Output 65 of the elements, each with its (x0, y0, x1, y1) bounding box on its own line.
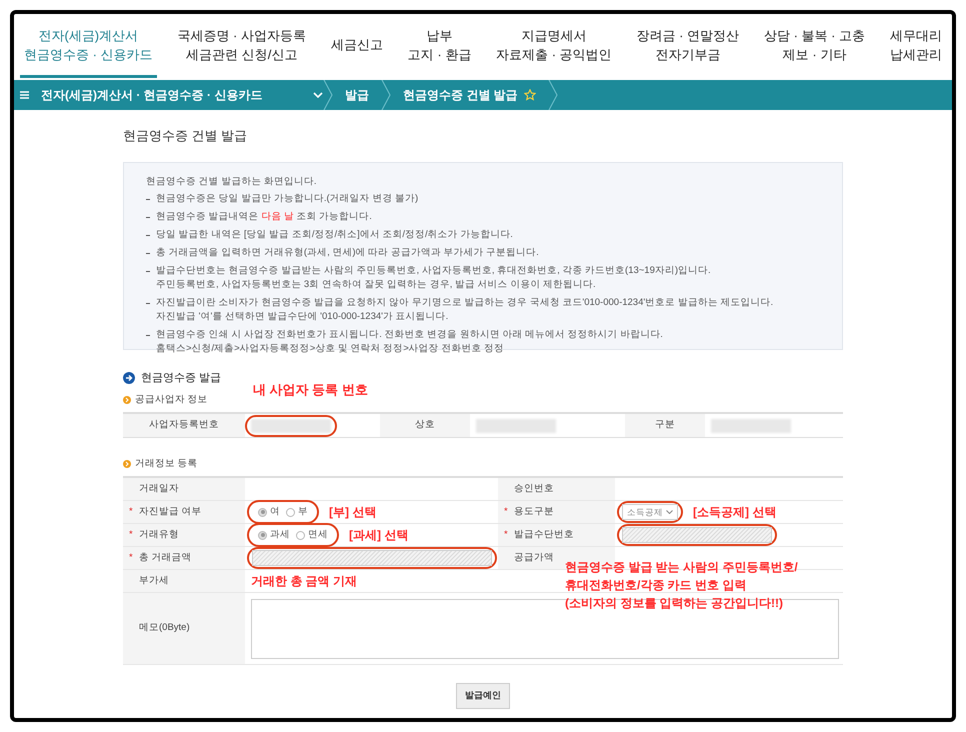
chevron-circle-icon (123, 396, 131, 404)
subsection-title: 공급사업자 정보 (135, 392, 208, 407)
arrow-circle-icon (123, 372, 135, 384)
usage-select[interactable]: 소득공제 (622, 504, 678, 520)
field-label: 메모(0Byte) (139, 621, 190, 636)
field-label: 상호 (380, 414, 470, 437)
notice-text: 현금영수증 인쇄 시 사업장 전화번호가 표시됩니다. 전화번호 변경을 원하시면 아래 메뉴에서 정정하시기 바랍니다. 홈택스>신청/제출>사업자등록정정>상호 및 연락처 정정>사업장 전화번호 정정 (156, 328, 663, 356)
nav-tab[interactable]: 납부 고지 · 환급 (404, 14, 476, 78)
issue-button[interactable]: 발급예인 (456, 683, 510, 709)
required-mark: * (129, 550, 134, 565)
radio-option[interactable]: 과세 (258, 528, 290, 542)
field-label: 구분 (625, 414, 705, 437)
required-mark: * (504, 528, 509, 542)
breadcrumb-item[interactable]: 현금영수증 건별 발급 (391, 80, 548, 110)
field-label: 부가세 (139, 574, 169, 588)
annotation-text: [과세] 선택 (349, 527, 408, 544)
nav-tab[interactable]: 지급명세서 자료제출 · 공익법인 (492, 14, 616, 78)
annotation-text: 현금영수증 발급 받는 사람의 주민등록번호/ 휴대전화번호/각종 카드 번호 입력 (소비자의 정보를 입력하는 공간입니다!!) (565, 559, 798, 612)
field-label: 자진발급 여부 (139, 504, 202, 519)
field-label: 발급수단번호 (514, 528, 574, 542)
radio-option[interactable]: 면세 (296, 528, 328, 542)
radio-option[interactable]: 부 (286, 504, 308, 520)
nav-tab[interactable]: 국세증명 · 사업자등록 세금관련 신청/신고 (173, 14, 310, 78)
field-label: 용도구분 (514, 504, 554, 519)
memo-textarea[interactable] (251, 598, 839, 658)
field-label: 거래일자 (139, 482, 179, 496)
nav-tab[interactable]: 세무대리 납세관리 (886, 14, 946, 78)
page-title: 현금영수증 건별 발급 (123, 127, 248, 145)
annotation-text: 거래한 총 금액 기재 (251, 573, 358, 590)
notice-text: 현금영수증 발급내역은 다음 날 조회 가능합니다. (156, 210, 372, 224)
section-title: 현금영수증 발급 (141, 370, 222, 386)
star-icon[interactable] (524, 89, 536, 101)
input-field[interactable] (622, 527, 772, 543)
nav-tab[interactable]: 상담 · 불복 · 고충 제보 · 기타 (760, 14, 870, 78)
chevron-separator-icon (323, 80, 333, 110)
nav-tab[interactable]: 세금신고 (326, 14, 387, 78)
chevron-separator-icon (381, 80, 391, 110)
required-mark: * (504, 504, 509, 519)
field-label: 거래유형 (139, 528, 179, 542)
annotation-text: 내 사업자 등록 번호 (253, 381, 368, 399)
input-field[interactable] (252, 550, 492, 566)
field-label: 승인번호 (514, 482, 554, 496)
chevron-circle-icon (123, 460, 131, 468)
notice-text: 자진발급이란 소비자가 현금영수증 발급을 요청하지 않아 무기명으로 발급하는 경우 국세청 코드'010-000-1234'번호로 발급하는 제도입니다. 자진발급 '여'를 선택하면 발급수단에 '010-000-1234'가 표시됩니다. (156, 296, 774, 324)
required-mark: * (129, 504, 134, 519)
annotation-text: [부] 선택 (329, 504, 376, 521)
notice-text: 총 거래금액을 입력하면 거래유형(과세, 면세)에 따라 공급가액과 부가세가 구분됩니다. (156, 246, 539, 260)
radio-option[interactable]: 여 (258, 504, 280, 520)
notice-text: 발급수단번호는 현금영수증 발급받는 사람의 주민등록번호, 사업자등록번호, 휴대전화번호, 각종 카드번호(13~19자리)입니다. 주민등록번호, 사업자등록번호는 3회 연속하여 잘못 입력하는 경우, 발급 서비스 이용이 제한됩니다. (156, 264, 711, 292)
breadcrumb-item[interactable]: 전자(세금)계산서 · 현금영수증 · 신용카드 (35, 80, 323, 110)
notice-text: 현금영수증은 당일 발급만 가능합니다.(거래일자 변경 불가) (156, 192, 418, 206)
annotation-text: [소득공제] 선택 (693, 504, 776, 521)
menu-icon[interactable] (20, 91, 29, 99)
nav-tab[interactable]: 장려금 · 연말정산 전자기부금 (632, 14, 744, 78)
subsection-title: 거래정보 등록 (135, 456, 198, 471)
chevron-down-icon (313, 92, 323, 98)
notice-text: 당일 발급한 내역은 [당일 발급 조회/정정/취소]에서 조회/정정/취소가 가능합니다. (156, 228, 513, 242)
field-label: 공급가액 (514, 550, 554, 565)
field-label: 총 거래금액 (139, 550, 192, 565)
notice-intro: 현금영수증 건별 발급하는 화면입니다. (145, 174, 318, 188)
breadcrumb-item[interactable]: 발급 (333, 80, 381, 110)
chevron-down-icon (666, 510, 673, 514)
required-mark: * (129, 528, 134, 542)
field-label: 사업자등록번호 (123, 414, 245, 437)
chevron-separator-icon (548, 80, 558, 110)
